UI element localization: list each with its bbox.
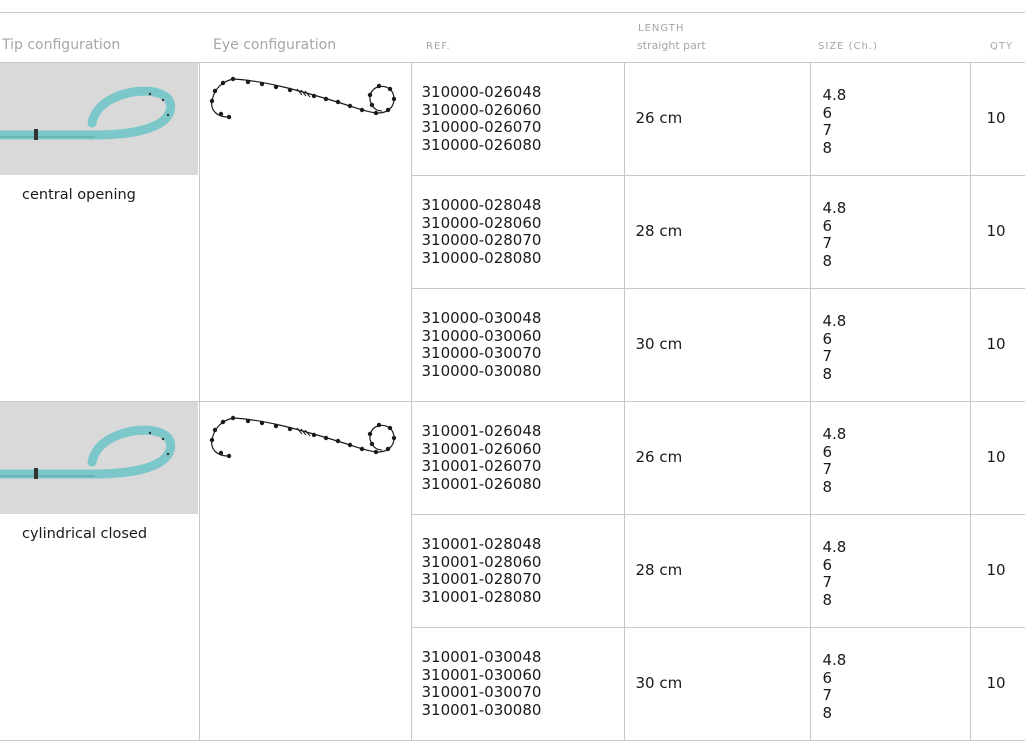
- tip-configuration-cell: central opening: [0, 62, 200, 402]
- ref-number: 310000-028060: [421, 213, 542, 232]
- ref-number: 310000-026060: [421, 100, 542, 119]
- qty-cell: 10: [969, 288, 1025, 402]
- size-value: 7: [822, 460, 833, 478]
- ref-number: 310000-030060: [421, 326, 542, 345]
- size-value: 6: [822, 103, 833, 122]
- length-cell: 30 cm: [623, 288, 811, 402]
- size-value: 7: [822, 573, 833, 591]
- ref-cell: 310000-026048 310000-026060 310000-026070 3…: [410, 62, 625, 176]
- qty-cell: 10: [969, 514, 1025, 628]
- ref-number: 310001-028048: [421, 535, 542, 553]
- size-cell: 4.8 6 7 8: [809, 175, 971, 289]
- ref-number: 310000-026048: [421, 83, 542, 101]
- table-row: cylindrical closed 310001-026048 310001-0…: [0, 401, 1025, 741]
- ref-cell: 310001-030048 310001-030060 310001-030070 3…: [410, 627, 625, 741]
- ref-number: 310001-026060: [421, 439, 542, 458]
- size-value: 4.8: [822, 86, 847, 104]
- top-rule: [0, 12, 1025, 13]
- size-value: 6: [822, 216, 833, 235]
- size-value: 4.8: [822, 425, 847, 443]
- eye-configuration-cell: [199, 62, 412, 402]
- length-cell: 28 cm: [623, 175, 811, 289]
- size-cell: 4.8 6 7 8: [809, 62, 971, 176]
- tip-label: cylindrical closed: [22, 526, 148, 542]
- ref-number: 310001-028080: [421, 587, 542, 606]
- tip-label: central opening: [22, 187, 136, 203]
- tip-configuration-cell: cylindrical closed: [0, 401, 200, 741]
- ref-number: 310001-026080: [421, 474, 542, 493]
- header-ref: REF.: [426, 41, 451, 52]
- ref-number: 310000-030048: [421, 309, 542, 327]
- size-value: 6: [822, 442, 833, 461]
- size-value: 6: [822, 668, 833, 687]
- length-cell: 26 cm: [623, 62, 811, 176]
- header-tip-configuration: Tip configuration: [2, 37, 121, 53]
- size-value: 6: [822, 329, 833, 348]
- double-pigtail-eye-diagram-icon: [209, 415, 396, 459]
- header-qty: QTY: [990, 41, 1014, 52]
- ref-number: 310001-030070: [421, 683, 542, 701]
- ref-cell: 310000-028048 310000-028060 310000-028070 3…: [410, 175, 625, 289]
- size-value: 8: [822, 477, 833, 496]
- size-value: 8: [822, 251, 833, 270]
- size-value: 8: [822, 364, 833, 383]
- header-size: SIZE (Ch.): [818, 41, 878, 52]
- size-value: 4.8: [822, 199, 847, 217]
- qty-cell: 10: [969, 627, 1025, 741]
- ref-number: 310000-028070: [421, 231, 542, 249]
- size-value: 8: [822, 590, 833, 609]
- size-value: 7: [822, 686, 833, 704]
- ref-number: 310001-026048: [421, 422, 542, 440]
- ref-number: 310000-026080: [421, 135, 542, 154]
- ref-number: 310000-028080: [421, 248, 542, 267]
- length-cell: 30 cm: [623, 627, 811, 741]
- ref-number: 310001-030048: [421, 648, 542, 666]
- ref-number: 310001-030080: [421, 700, 542, 719]
- size-value: 4.8: [822, 312, 847, 330]
- double-pigtail-eye-diagram-icon: [209, 76, 396, 120]
- pigtail-stent-tip-photo-icon: [0, 402, 198, 514]
- table-row: central opening 310000-026048 310000-0260…: [0, 62, 1025, 402]
- size-value: 7: [822, 234, 833, 252]
- header-eye-configuration: Eye configuration: [213, 37, 337, 53]
- length-cell: 28 cm: [623, 514, 811, 628]
- size-value: 6: [822, 555, 833, 574]
- qty-cell: 10: [969, 175, 1025, 289]
- qty-cell: 10: [969, 401, 1025, 515]
- product-table: central opening 310000-026048 310000-0260…: [0, 62, 1025, 741]
- ref-number: 310000-026070: [421, 118, 542, 136]
- header-length: LENGTH: [638, 23, 685, 34]
- ref-number: 310001-028060: [421, 552, 542, 571]
- ref-number: 310001-028070: [421, 570, 542, 588]
- qty-cell: 10: [969, 62, 1025, 176]
- ref-number: 310000-030080: [421, 361, 542, 380]
- size-value: 8: [822, 138, 833, 157]
- ref-cell: 310001-028048 310001-028060 310001-028070 3…: [410, 514, 625, 628]
- header-length-sub: straight part: [637, 39, 706, 52]
- size-value: 8: [822, 703, 833, 722]
- size-value: 4.8: [822, 538, 847, 556]
- length-cell: 26 cm: [623, 401, 811, 515]
- ref-number: 310001-026070: [421, 457, 542, 475]
- size-cell: 4.8 6 7 8: [809, 514, 971, 628]
- size-cell: 4.8 6 7 8: [809, 627, 971, 741]
- size-cell: 4.8 6 7 8: [809, 401, 971, 515]
- ref-cell: 310001-026048 310001-026060 310001-026070 3…: [410, 401, 625, 515]
- ref-number: 310001-030060: [421, 665, 542, 684]
- size-value: 4.8: [822, 651, 847, 669]
- ref-number: 310000-028048: [421, 196, 542, 214]
- size-value: 7: [822, 347, 833, 365]
- pigtail-stent-tip-photo-icon: [0, 63, 198, 175]
- eye-configuration-cell: [199, 401, 412, 741]
- ref-number: 310000-030070: [421, 344, 542, 362]
- size-value: 7: [822, 121, 833, 139]
- size-cell: 4.8 6 7 8: [809, 288, 971, 402]
- ref-cell: 310000-030048 310000-030060 310000-030070 3…: [410, 288, 625, 402]
